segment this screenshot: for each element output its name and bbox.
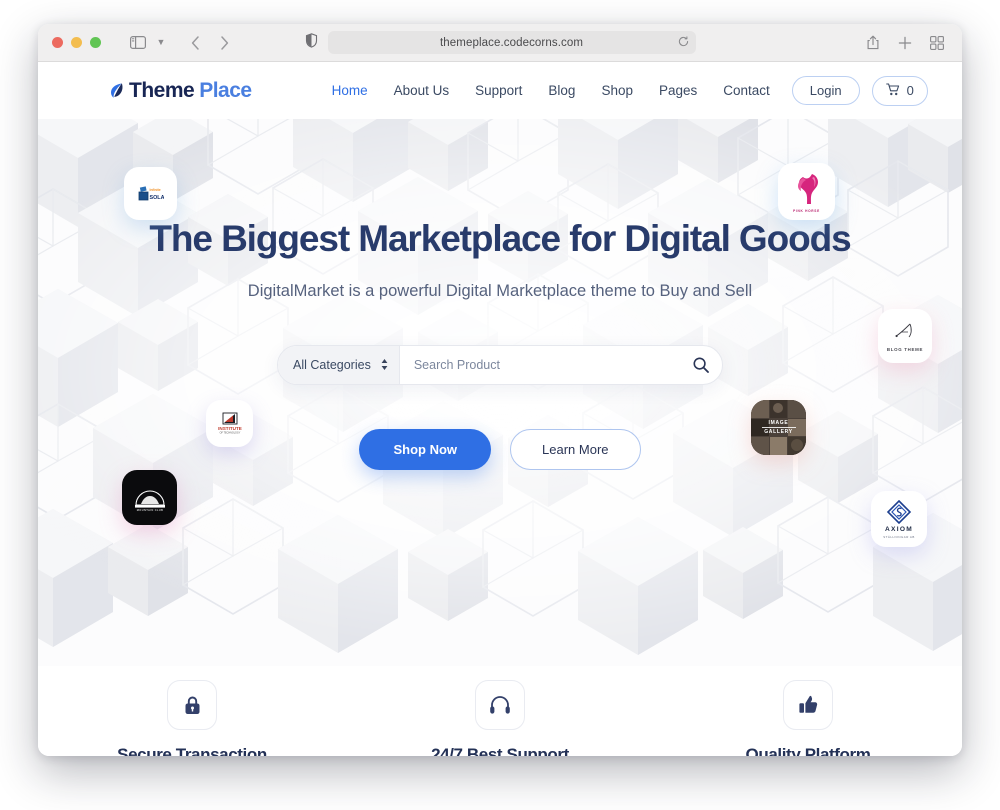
product-card-image-gallery[interactable]: IMAGE GALLERY [751,400,806,455]
leaf-logo-icon [110,82,124,100]
hero-search-row: All Categories [38,344,962,385]
chevron-down-icon[interactable]: ▼ [154,31,168,55]
cart-button[interactable]: 0 [871,75,928,106]
product-card-axiom[interactable]: AXIOM STÄLLNINGAR AB [871,491,927,547]
browser-toolbar: ▼ themeplace.codecorns.com [38,24,962,62]
share-icon[interactable] [860,31,886,55]
hero-cta-row: Shop Now Learn More [38,428,962,470]
svg-text:MOUNTAIN CLUB: MOUNTAIN CLUB [136,507,162,511]
site-logo[interactable]: Theme Place [110,79,252,103]
toolbar-right-actions [860,31,950,55]
nav-item-contact[interactable]: Contact [723,83,770,98]
feature-title-quality-platform: Quality Platform [745,745,871,756]
product-card-emblem[interactable]: MOUNTAIN CLUB [122,470,177,525]
feature-secure-transaction: Secure Transaction [38,680,346,756]
blog-theme-card-label: BLOG THEME [886,346,924,352]
emblem-logo-icon: MOUNTAIN CLUB [134,490,165,511]
maximize-window-button[interactable] [90,37,101,48]
category-select[interactable]: All Categories [278,345,400,384]
nav-item-support[interactable]: Support [475,83,522,98]
sidebar-toggle-icon[interactable] [125,31,151,55]
nav-item-blog[interactable]: Blog [548,83,575,98]
login-button[interactable]: Login [791,76,860,105]
hero-subheadline: DigitalMarket is a powerful Digital Mark… [247,281,753,300]
learn-more-button[interactable]: Learn More [510,428,641,470]
feature-title-best-support: 24/7 Best Support [431,745,569,756]
axiom-card-label: AXIOM [884,525,914,533]
product-card-horse[interactable]: PINK HORSE [778,163,835,220]
cart-count: 0 [906,83,914,98]
cart-icon [885,82,900,99]
nav-item-pages[interactable]: Pages [659,83,697,98]
svg-text:INSTITUTE: INSTITUTE [218,425,242,430]
nav-item-shop[interactable]: Shop [601,83,633,98]
horse-logo-icon [797,173,818,204]
url-text: themeplace.codecorns.com [439,36,584,49]
feature-best-support: 24/7 Best Support [346,680,654,756]
gallery-card-label-bottom: GALLERY [764,428,793,435]
updown-stepper-icon[interactable] [381,359,388,371]
navigation-controls [182,31,237,55]
category-select-value: All Categories [293,357,371,372]
nav-item-home[interactable]: Home [332,83,368,98]
logo-text-theme: Theme [129,78,195,102]
gallery-card-label-top: IMAGE [768,420,789,427]
address-bar[interactable]: themeplace.codecorns.com [327,31,696,54]
main-nav: Home About Us Support Blog Shop Pages Co… [332,83,770,98]
hero-section: Infinite SOLAR PINK HORSE [38,119,962,666]
svg-text:Infinite: Infinite [149,188,160,192]
tab-overview-icon[interactable] [924,31,950,55]
shop-now-button[interactable]: Shop Now [359,428,492,470]
features-section: Secure Transaction 24/7 Best Support Qua… [38,666,962,756]
search-input[interactable] [399,345,680,384]
browser-window: ▼ themeplace.codecorns.com Theme Place H… [38,24,962,756]
back-arrow-icon[interactable] [182,31,208,55]
institute-logo-icon: INSTITUTE OF TECHNOLOGY [218,412,242,434]
svg-text:SOLAR: SOLAR [149,195,164,201]
close-window-button[interactable] [52,37,63,48]
product-card-solar[interactable]: Infinite SOLAR [124,167,177,220]
lock-icon [167,680,217,730]
horse-card-label: PINK HORSE [793,208,820,213]
url-bar-region: themeplace.codecorns.com [38,31,962,54]
product-card-blog-theme[interactable]: BLOG THEME [878,309,932,363]
product-card-institute[interactable]: INSTITUTE OF TECHNOLOGY [206,400,253,447]
product-search-bar: All Categories [277,344,723,385]
webpage-viewport: Theme Place Home About Us Support Blog Sh… [38,62,962,756]
search-icon[interactable] [680,346,722,384]
logo-text-place: Place [199,78,252,102]
privacy-shield-icon[interactable] [305,32,318,53]
headset-icon [475,680,525,730]
axiom-logo-icon [886,499,912,524]
reload-icon[interactable] [678,34,689,52]
sidebar-controls: ▼ [125,31,168,55]
blog-theme-logo-icon [895,323,912,337]
hero-headline: The Biggest Marketplace for Digital Good… [149,218,851,259]
forward-arrow-icon[interactable] [211,31,237,55]
plus-icon[interactable] [892,31,918,55]
svg-text:OF TECHNOLOGY: OF TECHNOLOGY [219,431,240,434]
feature-quality-platform: Quality Platform [654,680,962,756]
header-actions: Login 0 [791,75,928,106]
solar-logo-icon: Infinite SOLAR [138,185,164,201]
nav-item-about-us[interactable]: About Us [394,83,450,98]
axiom-card-sublabel: STÄLLNINGAR AB [883,534,915,539]
feature-title-secure-transaction: Secure Transaction [117,745,267,756]
minimize-window-button[interactable] [71,37,82,48]
window-controls [52,37,101,48]
thumbs-up-icon [783,680,833,730]
site-header: Theme Place Home About Us Support Blog Sh… [38,62,962,119]
